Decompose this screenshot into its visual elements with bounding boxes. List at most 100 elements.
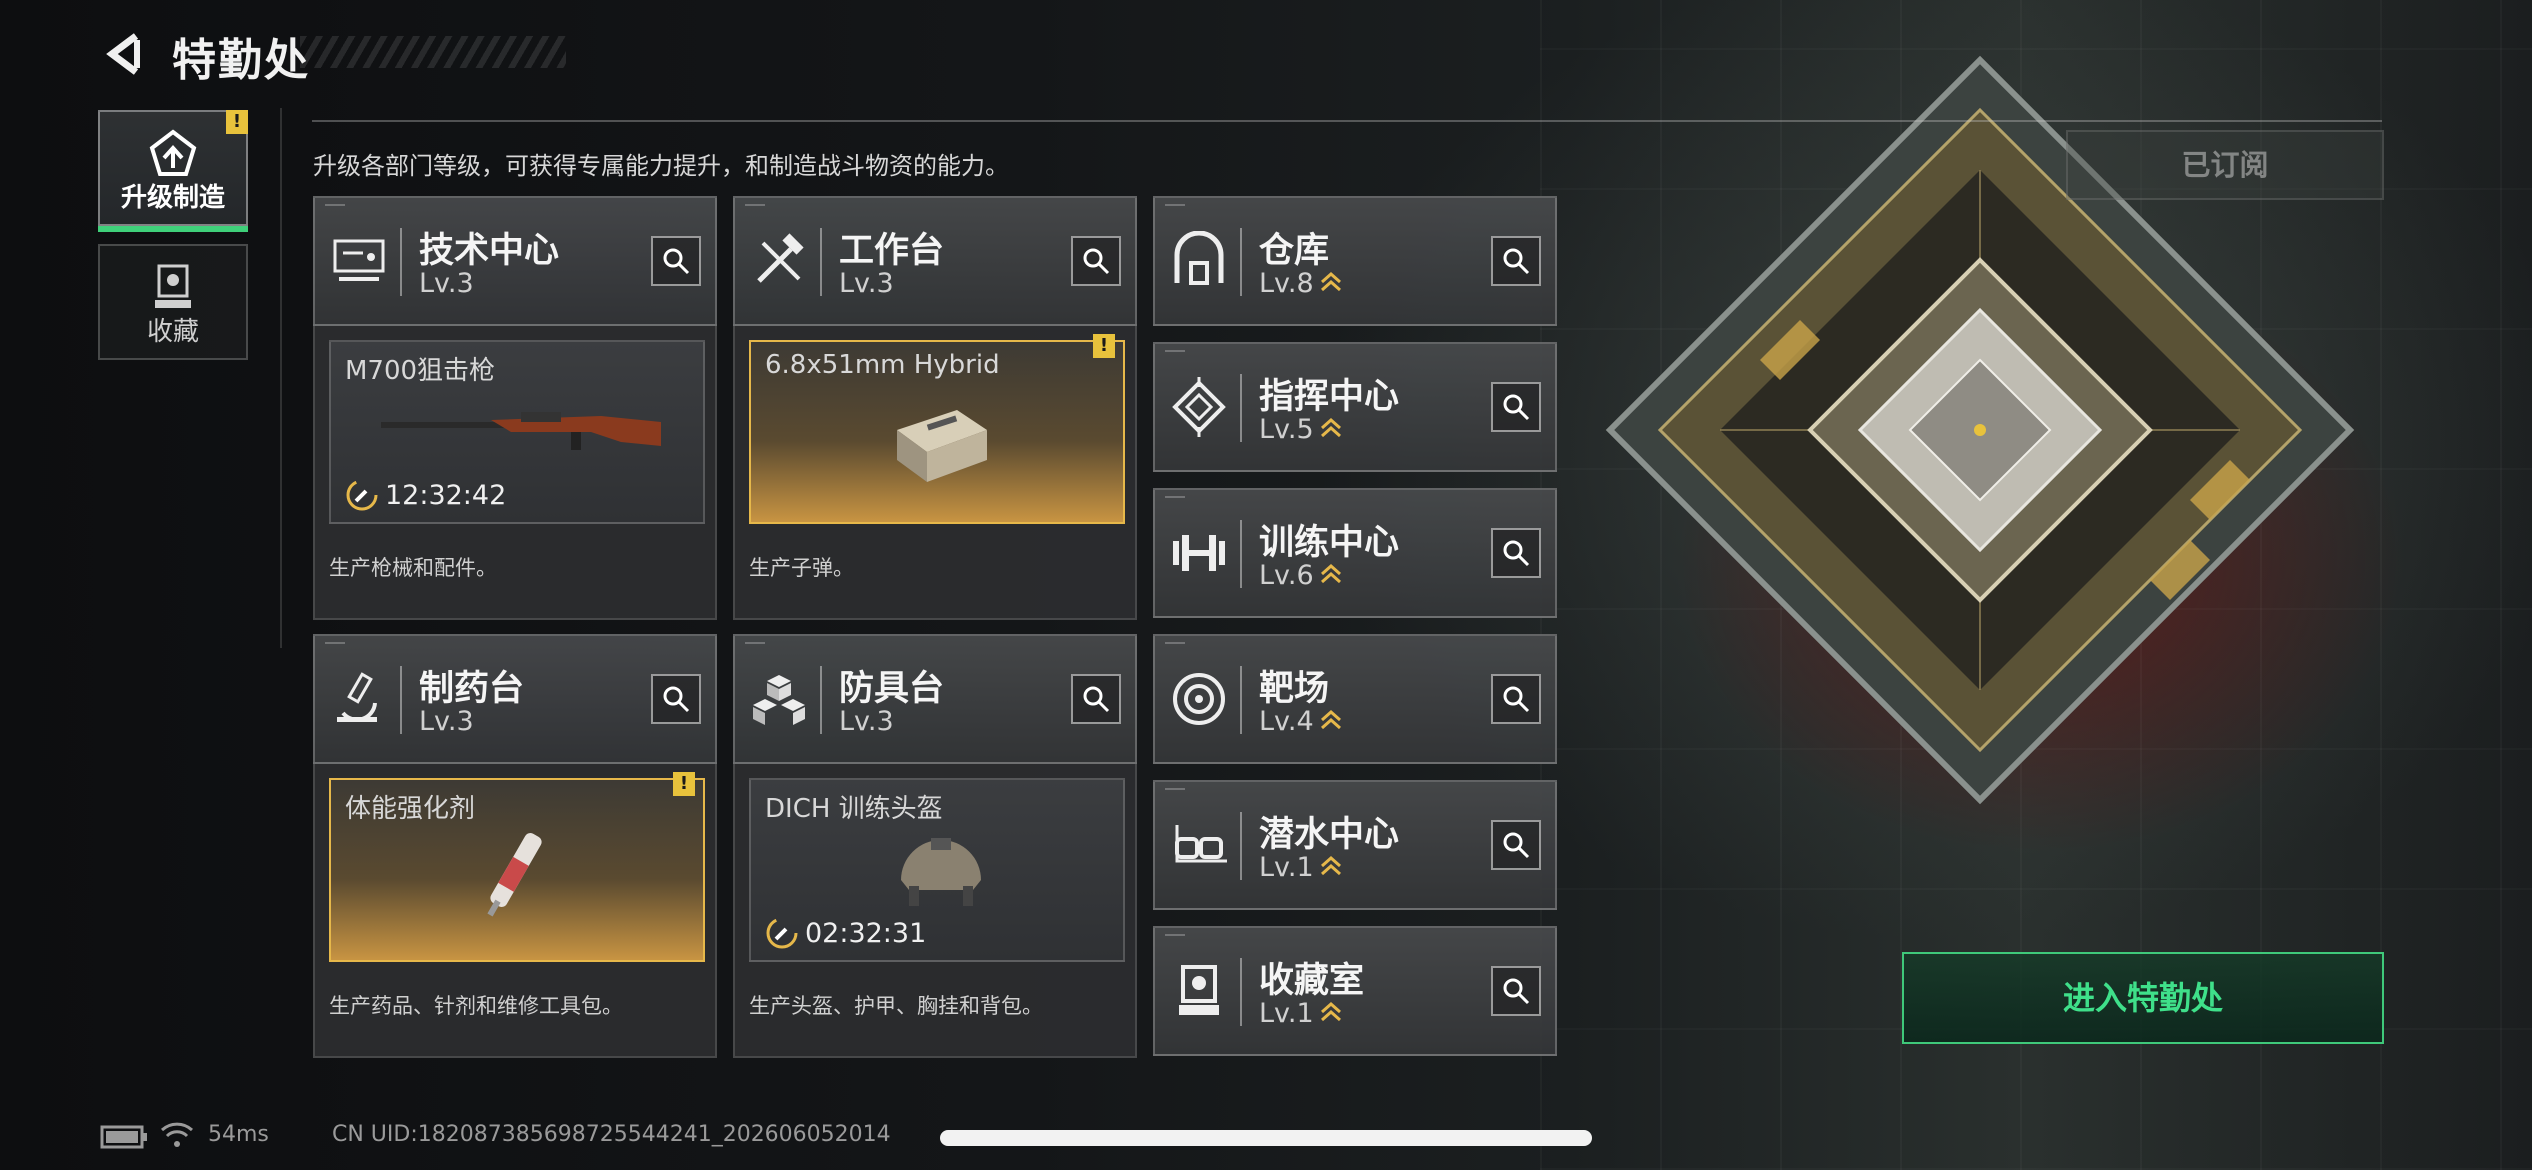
- user-uid: CN UID:18208738569872554424​1_2026060520…: [332, 1122, 891, 1147]
- card-divider: [400, 666, 402, 734]
- dept-name: 训练中心: [1259, 523, 1400, 563]
- dept-card-armor[interactable]: 防具台 Lv.3: [733, 634, 1137, 764]
- nav-tab-upgrade[interactable]: 升级制造 !: [98, 110, 248, 232]
- search-button[interactable]: [1071, 236, 1121, 286]
- header-divider: [312, 120, 2382, 122]
- upgrade-chevron-icon: [1320, 271, 1341, 292]
- upgrade-chevron-icon: [1320, 709, 1341, 730]
- upgrade-chevron-icon: [1320, 417, 1341, 438]
- tools-icon: [757, 233, 804, 283]
- search-button[interactable]: [651, 236, 701, 286]
- dept-card-shooting-range[interactable]: 靶场 Lv.4: [1153, 634, 1557, 764]
- dept-card-training-center[interactable]: 训练中心 Lv.6: [1153, 488, 1557, 618]
- wrench-timer-icon: [346, 479, 378, 511]
- search-icon: [663, 248, 690, 275]
- timer-text: 12:32:42: [385, 480, 507, 511]
- card-divider: [1240, 228, 1242, 296]
- production-panel-tech-center: M700狙击枪 12:32:42 生产枪械和配件。: [313, 326, 717, 620]
- home-indicator[interactable]: [940, 1130, 1592, 1146]
- enter-special-ops-button[interactable]: 进入特勤处: [1902, 952, 2384, 1044]
- search-button[interactable]: [1491, 382, 1541, 432]
- dept-name: 潜水中心: [1259, 815, 1400, 855]
- search-button[interactable]: [1071, 674, 1121, 724]
- upgrade-chevron-icon: [1320, 1001, 1341, 1022]
- back-arrow-icon[interactable]: [100, 30, 148, 78]
- dept-card-command-center[interactable]: 指挥中心 Lv.5: [1153, 342, 1557, 472]
- nav-divider: [280, 108, 282, 648]
- search-button[interactable]: [1491, 528, 1541, 578]
- boxes-icon: [753, 675, 805, 725]
- card-corner-mark: [1165, 642, 1185, 644]
- item-name: 6.8x51mm Hybrid: [765, 350, 1000, 380]
- dept-level: Lv.1: [1259, 852, 1342, 883]
- upgrade-gear-icon: [149, 129, 197, 176]
- dept-name: 收藏室: [1259, 961, 1365, 1001]
- item-name: 体能强化剂: [345, 794, 476, 824]
- search-icon: [1503, 832, 1530, 859]
- search-button[interactable]: [651, 674, 701, 724]
- card-corner-mark: [745, 204, 765, 206]
- dept-card-pharmacy[interactable]: 制药台 Lv.3: [313, 634, 717, 764]
- card-corner-mark: [1165, 934, 1185, 936]
- nav-tab-collection[interactable]: 收藏: [98, 244, 248, 360]
- dept-card-tech-center[interactable]: 技术中心 Lv.3: [313, 196, 717, 326]
- dept-card-warehouse[interactable]: 仓库 Lv.8: [1153, 196, 1557, 326]
- card-corner-mark: [1165, 788, 1185, 790]
- subscribed-button[interactable]: 已订阅: [2066, 130, 2384, 200]
- dept-level-text: Lv.1: [1259, 998, 1314, 1029]
- search-icon: [663, 686, 690, 713]
- craft-timer: 02:32:31: [765, 916, 926, 950]
- card-corner-mark: [325, 204, 345, 206]
- production-slot[interactable]: 体能强化剂: [329, 778, 705, 962]
- card-corner-mark: [325, 642, 345, 644]
- search-icon: [1503, 248, 1530, 275]
- dept-card-diving-center[interactable]: 潜水中心 Lv.1: [1153, 780, 1557, 910]
- card-divider: [820, 666, 822, 734]
- card-divider: [1240, 666, 1242, 734]
- goggles-icon: [1175, 825, 1227, 863]
- item-name: DICH 训练头盔: [765, 794, 943, 824]
- card-divider: [820, 228, 822, 296]
- dept-level: Lv.3: [839, 706, 894, 737]
- alert-badge: !: [673, 772, 695, 796]
- card-divider: [1240, 520, 1242, 588]
- dept-level: Lv.3: [419, 706, 474, 737]
- card-corner-mark: [745, 642, 765, 644]
- page-title: 特勤处: [172, 35, 310, 86]
- craft-timer: 12:32:42: [345, 478, 506, 512]
- production-slot[interactable]: DICH 训练头盔 02:32:31: [749, 778, 1125, 962]
- search-icon: [1503, 394, 1530, 421]
- upgrade-chevron-icon: [1320, 563, 1341, 584]
- card-divider: [400, 228, 402, 296]
- production-slot[interactable]: 6.8x51mm Hybrid: [749, 340, 1125, 524]
- dept-card-workbench[interactable]: 工作台 Lv.3: [733, 196, 1137, 326]
- dept-name: 技术中心: [419, 231, 560, 271]
- alert-badge: !: [226, 110, 248, 134]
- production-panel-pharmacy: 体能强化剂 ! 生产药品、针剂和维修工具包。: [313, 764, 717, 1058]
- search-button[interactable]: [1491, 820, 1541, 870]
- dept-name: 工作台: [839, 231, 945, 271]
- dept-level: Lv.5: [1259, 414, 1342, 445]
- dept-name: 指挥中心: [1259, 377, 1400, 417]
- dept-card-collection-room[interactable]: 收藏室 Lv.1: [1153, 926, 1557, 1056]
- search-icon: [1503, 540, 1530, 567]
- ping-value: 54ms: [208, 1122, 269, 1147]
- search-button[interactable]: [1491, 966, 1541, 1016]
- dept-level-text: Lv.5: [1259, 414, 1314, 445]
- dept-level: Lv.6: [1259, 560, 1342, 591]
- dumbbell-icon: [1173, 535, 1225, 571]
- collection-icon: [155, 264, 191, 308]
- upgrade-chevron-icon: [1320, 855, 1341, 876]
- command-icon: [1172, 377, 1226, 437]
- dept-level-text: Lv.4: [1259, 706, 1314, 737]
- search-button[interactable]: [1491, 236, 1541, 286]
- search-icon: [1503, 686, 1530, 713]
- card-divider: [1240, 958, 1242, 1026]
- production-slot[interactable]: M700狙击枪 12:32:42: [329, 340, 705, 524]
- dept-name: 防具台: [839, 669, 945, 709]
- dept-name: 仓库: [1259, 231, 1330, 271]
- wrench-timer-icon: [766, 917, 798, 949]
- production-panel-armor: DICH 训练头盔 02:32:31 生产头盔、护甲、胸挂和背包。: [733, 764, 1137, 1058]
- microscope-icon: [337, 672, 377, 722]
- search-button[interactable]: [1491, 674, 1541, 724]
